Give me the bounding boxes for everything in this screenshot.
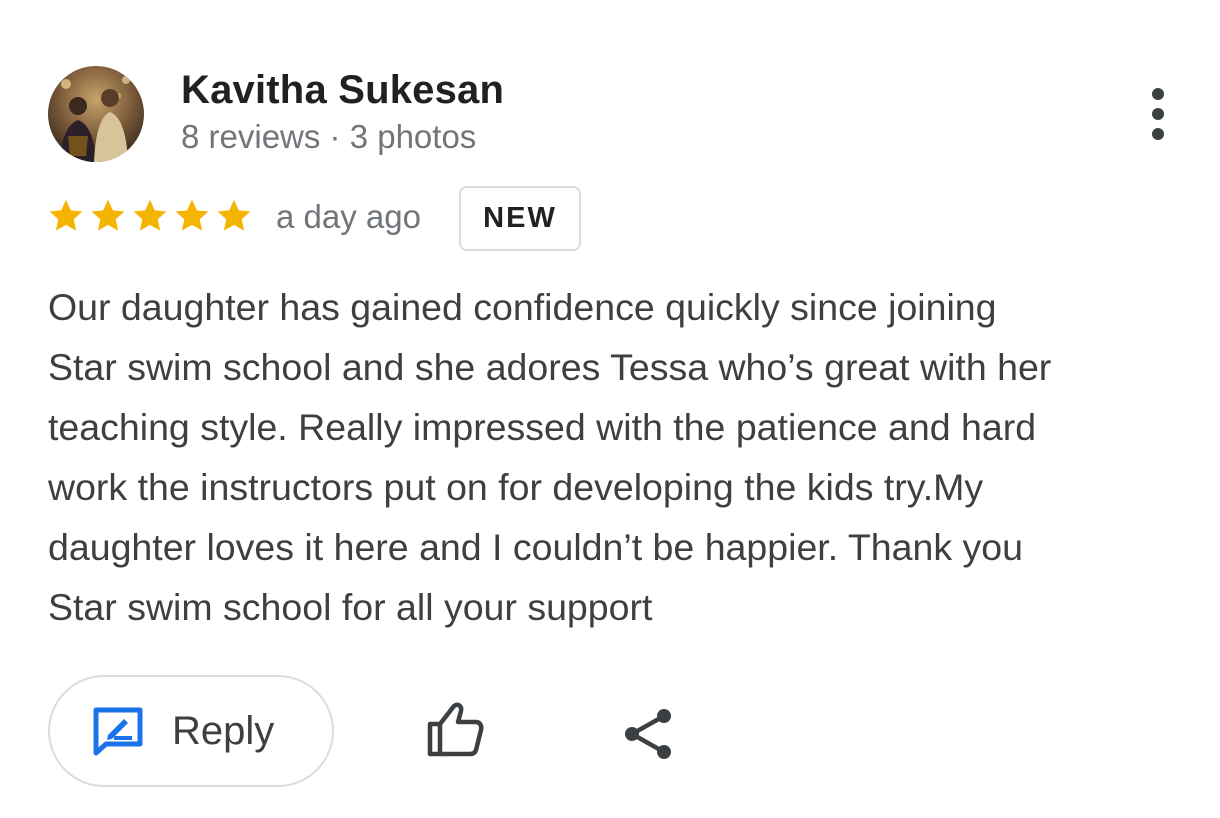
like-button[interactable]	[424, 700, 488, 760]
review-text-line: work the instructors put on for developi…	[48, 466, 984, 508]
star-icon	[175, 199, 209, 231]
review-text-line: Star swim school for all your support	[48, 586, 653, 628]
review-time: a day ago	[276, 198, 421, 235]
reply-label: Reply	[172, 708, 275, 753]
review-text-line: Star swim school and she adores Tessa wh…	[48, 346, 1052, 388]
avatar[interactable]	[48, 66, 144, 162]
author-name[interactable]: Kavitha Sukesan	[181, 68, 504, 113]
star-icon	[217, 199, 251, 231]
reply-button[interactable]: Reply	[48, 675, 334, 787]
more-vertical-icon	[1152, 88, 1164, 100]
share-button[interactable]	[620, 706, 676, 762]
review-text-line: daughter loves it here and I couldn’t be…	[48, 526, 1023, 568]
thumbs-up-icon	[427, 702, 484, 757]
share-icon	[625, 709, 671, 759]
review-text-line: teaching style. Really impressed with th…	[48, 406, 1037, 448]
new-badge: NEW	[459, 186, 581, 251]
more-vertical-icon-dot	[1152, 128, 1164, 140]
avatar-photo	[48, 66, 144, 162]
star-icon	[91, 199, 125, 231]
star-rating	[46, 196, 254, 236]
more-vertical-icon-dot	[1152, 108, 1164, 120]
author-meta: 8 reviews · 3 photos	[181, 118, 477, 155]
star-icon	[133, 199, 167, 231]
more-options-button[interactable]	[1136, 84, 1180, 144]
review-text: Our daughter has gained confidence quick…	[48, 277, 1198, 637]
review-text-line: Our daughter has gained confidence quick…	[48, 286, 997, 328]
reply-icon	[93, 707, 143, 756]
star-icon	[49, 199, 83, 231]
